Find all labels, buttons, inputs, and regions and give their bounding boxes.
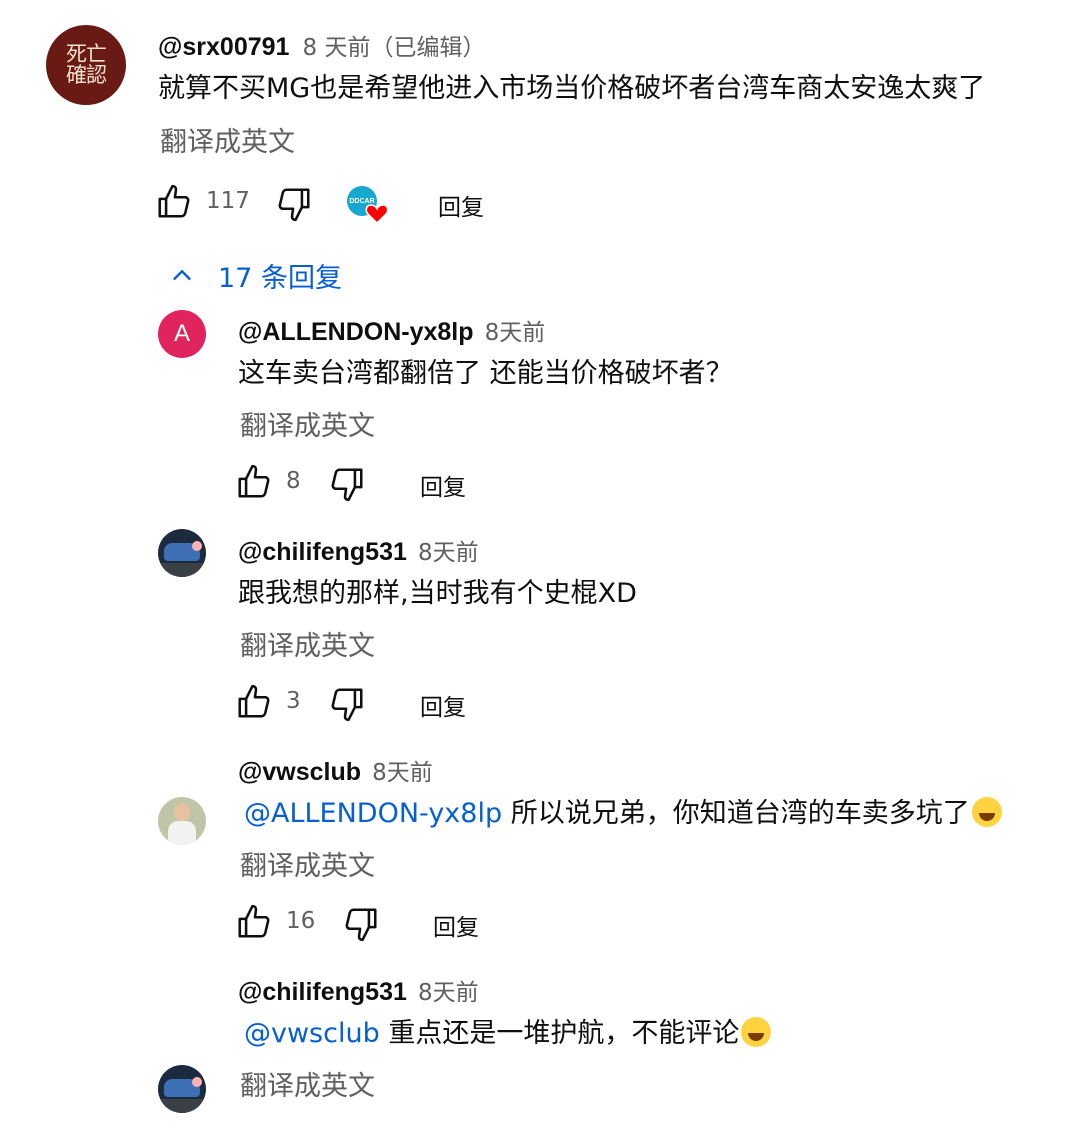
replies-count: 17 条回复 xyxy=(218,263,342,294)
dislike-button[interactable] xyxy=(342,905,380,943)
replies-toggle[interactable]: 17 条回复 xyxy=(168,256,342,295)
heart-icon xyxy=(365,204,389,224)
thumb-down-icon xyxy=(331,688,363,722)
thumb-up-icon xyxy=(158,184,190,218)
translate-link[interactable]: 翻译成英文 xyxy=(240,1064,375,1103)
reply-author[interactable]: @chilifeng531 xyxy=(238,538,407,566)
reply-button[interactable]: 回复 xyxy=(420,468,466,502)
thumb-down-icon xyxy=(331,468,363,502)
translate-link[interactable]: 翻译成英文 xyxy=(160,120,295,159)
mention-link[interactable]: @vwsclub xyxy=(244,1018,380,1049)
comment-header: @srx00791 8 天前（已编辑） xyxy=(158,28,485,62)
reply-header: @chilifeng531 8天前 xyxy=(238,973,479,1007)
reply-text: 跟我想的那样,当时我有个史棍XD xyxy=(238,578,637,609)
like-button[interactable] xyxy=(155,183,193,221)
thumb-up-icon xyxy=(238,464,270,498)
like-count: 8 xyxy=(286,468,301,494)
avatar[interactable] xyxy=(158,797,206,845)
reply-text: @ALLENDON-yx8lp 所以说兄弟，你知道台湾的车卖多坑了 xyxy=(244,797,1002,831)
reply-time[interactable]: 8天前 xyxy=(418,540,479,566)
chevron-up-icon xyxy=(173,269,191,280)
translate-link[interactable]: 翻译成英文 xyxy=(240,624,375,663)
reply-text: 这车卖台湾都翻倍了 还能当价格破坏者？ xyxy=(238,358,733,389)
reply-author[interactable]: @chilifeng531 xyxy=(238,978,407,1006)
reply-button[interactable]: 回复 xyxy=(433,908,479,942)
reply-header: @chilifeng531 8天前 xyxy=(238,533,479,567)
thumb-up-icon xyxy=(238,684,270,718)
reply-body: 重点还是一堆护航，不能评论 xyxy=(388,1018,740,1049)
dislike-button[interactable] xyxy=(275,185,313,223)
reply-button[interactable]: 回复 xyxy=(420,688,466,722)
reply-header: @ALLENDON-yx8lp 8天前 xyxy=(238,313,545,347)
avatar[interactable]: A xyxy=(158,310,206,358)
dislike-button[interactable] xyxy=(328,465,366,503)
avatar[interactable] xyxy=(158,529,206,577)
avatar[interactable]: 死亡 確認 xyxy=(46,25,126,105)
joy-emoji xyxy=(971,797,1002,827)
laughing-emoji xyxy=(741,1017,772,1047)
thumb-up-icon xyxy=(238,904,270,938)
translate-link[interactable]: 翻译成英文 xyxy=(240,404,375,443)
like-count: 117 xyxy=(206,188,250,214)
reply-time[interactable]: 8天前 xyxy=(418,980,479,1006)
like-button[interactable] xyxy=(235,463,273,501)
dislike-button[interactable] xyxy=(328,685,366,723)
like-button[interactable] xyxy=(235,683,273,721)
reply-author[interactable]: @vwsclub xyxy=(238,758,361,786)
reply-header: @vwsclub 8天前 xyxy=(238,753,433,787)
like-count: 3 xyxy=(286,688,301,714)
reply-time[interactable]: 8天前 xyxy=(485,320,546,346)
translate-link[interactable]: 翻译成英文 xyxy=(240,844,375,883)
avatar[interactable] xyxy=(158,1065,206,1113)
reply-button[interactable]: 回复 xyxy=(438,188,484,222)
reply-body: 所以说兄弟，你知道台湾的车卖多坑了 xyxy=(510,798,970,829)
creator-heart-badge: DDCAR xyxy=(347,186,391,228)
avatar-letter: A xyxy=(173,320,190,347)
like-count: 16 xyxy=(286,908,316,934)
reply-time[interactable]: 8天前 xyxy=(372,760,433,786)
comment-text: 就算不买MG也是希望他进入市场当价格破坏者台湾车商太安逸太爽了 xyxy=(158,73,986,104)
avatar-text: 死亡 確認 xyxy=(66,42,107,87)
comment-time[interactable]: 8 天前（已编辑） xyxy=(303,35,486,61)
thumb-down-icon xyxy=(278,188,310,222)
thumb-down-icon xyxy=(345,908,377,942)
reply-author[interactable]: @ALLENDON-yx8lp xyxy=(238,318,474,346)
like-button[interactable] xyxy=(235,903,273,941)
reply-text: @vwsclub 重点还是一堆护航，不能评论 xyxy=(244,1017,772,1051)
comment-author[interactable]: @srx00791 xyxy=(158,33,289,61)
mention-link[interactable]: @ALLENDON-yx8lp xyxy=(244,798,502,829)
